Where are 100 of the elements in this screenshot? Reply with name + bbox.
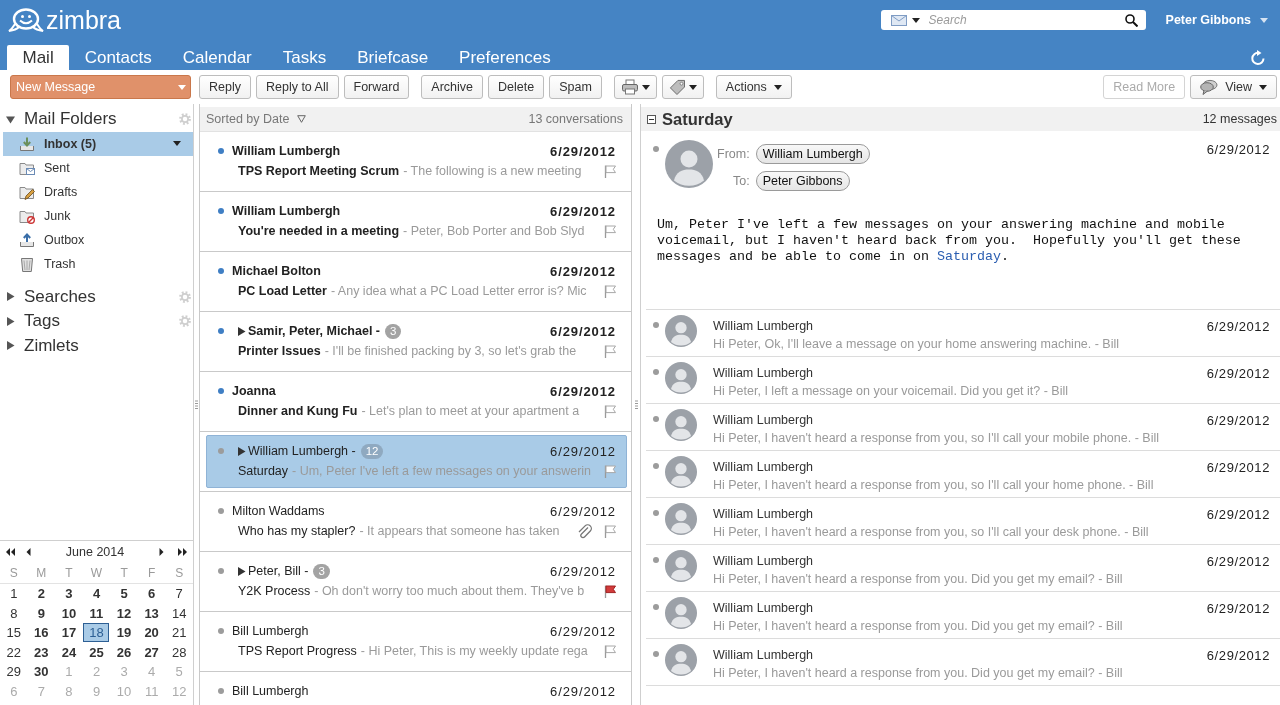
calendar-day[interactable]: 11 — [88, 604, 105, 622]
right-arrow-icon[interactable] — [159, 548, 164, 556]
conversation-row[interactable]: Bill Lumbergh 6/29/2012 TPS Report Progress - Hi Peter, This is my weekly update rega — [206, 615, 627, 668]
triangle-down-icon[interactable] — [6, 114, 15, 124]
tag-menu-button[interactable] — [661, 75, 704, 99]
sort-triangle-icon[interactable] — [297, 115, 307, 123]
calendar-day[interactable]: 10 — [60, 604, 78, 622]
conversation-row[interactable]: William Lumbergh 6/29/2012 You're needed in a meeting - Peter, Bob Porter and Bob Slyd — [206, 195, 627, 248]
calendar-day[interactable]: 23 — [33, 643, 50, 661]
toolbar-button[interactable]: Spam — [549, 75, 602, 99]
section-header[interactable]: Mail Folders — [24, 109, 117, 130]
nav-tab[interactable]: Contacts — [69, 45, 168, 70]
calendar-day[interactable]: 4 — [91, 585, 102, 603]
message-row[interactable]: William Lumbergh Hi Peter, I haven't heard a response from you. Did you get my email? - Bill 6/29/2012 — [646, 639, 1280, 686]
splitter-grip-icon[interactable] — [634, 400, 638, 409]
message-row[interactable]: William Lumbergh Hi Peter, I haven't heard a response from you. Did you get my email? - Bill 6/29/2012 — [646, 545, 1280, 592]
calendar-day[interactable]: 21 — [170, 624, 188, 642]
calendar-day[interactable]: 25 — [88, 643, 105, 661]
message-row[interactable]: William Lumbergh Hi Peter, Ok, I'll leave a message on your home answering machine. - Bill 6/29/2012 — [646, 310, 1280, 357]
calendar-day[interactable]: 6 — [147, 585, 157, 603]
message-row[interactable]: William Lumbergh Hi Peter, I haven't heard a response from you. Did you get my email? - Bill 6/29/2012 — [646, 592, 1280, 639]
search-field[interactable]: Search — [928, 12, 1120, 28]
collapse-icon[interactable] — [647, 114, 656, 124]
calendar-day[interactable]: 9 — [36, 604, 46, 622]
conversation-row[interactable]: Milton Waddams 6/29/2012 Who has my stapler? - It appears that someone has taken — [206, 495, 627, 548]
toolbar-button[interactable]: Reply — [199, 75, 251, 99]
sort-label[interactable]: Sorted by Date — [206, 112, 290, 126]
caret-icon[interactable] — [911, 17, 920, 23]
calendar-day[interactable]: 17 — [60, 624, 78, 642]
print-menu-button[interactable] — [613, 75, 657, 99]
contact-pill[interactable]: William Lumbergh — [755, 144, 870, 164]
body-link[interactable]: Saturday — [936, 249, 1001, 264]
toolbar-button[interactable]: Reply to All — [255, 75, 339, 99]
conversation-row[interactable]: Samir, Peter, Michael - 3 6/29/2012 Printer Issues - I'll be finished packing by 3, so let's grab the — [206, 315, 627, 368]
triangle-right-icon[interactable] — [237, 446, 246, 456]
calendar-day[interactable]: 16 — [33, 624, 50, 642]
nav-tab[interactable]: Briefcase — [341, 45, 444, 70]
double-left-arrow-icon[interactable] — [6, 548, 15, 556]
section-header[interactable]: Searches — [24, 286, 96, 307]
nav-tab[interactable]: Preferences — [443, 45, 567, 70]
message-row[interactable]: William Lumbergh Hi Peter, I haven't heard a response from you, so I'll call your home phone. - Bill 6/29/2012 — [646, 451, 1280, 498]
conversation-row[interactable]: William Lumbergh - 12 6/29/2012 Saturday - Um, Peter I've left a few messages on your answerin — [206, 435, 627, 488]
search-bar[interactable]: Search — [880, 10, 1146, 30]
calendar-day[interactable]: 18 — [83, 623, 110, 643]
toolbar-button[interactable]: Delete — [488, 75, 545, 99]
section-header[interactable]: Tags — [24, 311, 60, 332]
left-arrow-icon[interactable] — [26, 548, 31, 556]
calendar-day[interactable]: 14 — [170, 604, 188, 622]
conversation-row[interactable]: Joanna 6/29/2012 Dinner and Kung Fu - Let's plan to meet at your apartment a — [206, 375, 627, 428]
refresh-icon[interactable] — [1250, 50, 1266, 66]
message-row[interactable]: William Lumbergh Hi Peter, I haven't heard a response from you, so I'll call your mobile phone. - Bill 6/29/2012 — [646, 404, 1280, 451]
folder-item[interactable]: Drafts — [3, 179, 193, 204]
splitter-grip-icon[interactable] — [195, 400, 198, 409]
folder-item[interactable]: Inbox (5) — [3, 131, 193, 156]
calendar-day[interactable]: 5 — [119, 585, 129, 603]
folder-item[interactable]: Junk — [3, 203, 193, 228]
contact-pill[interactable]: Peter Gibbons — [755, 171, 850, 191]
nav-tab[interactable]: Tasks — [267, 45, 342, 70]
calendar-day[interactable]: 20 — [143, 624, 160, 642]
toolbar-button[interactable]: Forward — [343, 75, 410, 99]
triangle-right-icon[interactable] — [6, 292, 15, 302]
triangle-right-icon[interactable] — [237, 326, 246, 336]
calendar-day[interactable]: 27 — [143, 643, 160, 661]
calendar-day[interactable]: 22 — [5, 643, 22, 661]
calendar-day[interactable]: 12 — [115, 604, 133, 622]
message-row[interactable]: William Lumbergh Hi Peter, I left a message on your voicemail. Did you get it? - Bill 6/29/2012 — [646, 357, 1280, 404]
calendar-day[interactable]: 15 — [5, 624, 22, 642]
conversation-row[interactable]: Peter, Bill - 3 6/29/2012 Y2K Process - Oh don't worry too much about them. They've b — [206, 555, 627, 608]
user-menu[interactable]: Peter Gibbons — [1165, 11, 1268, 29]
conversation-row[interactable]: William Lumbergh 6/29/2012 TPS Report Meeting Scrum - The following is a new meeting — [206, 135, 627, 188]
calendar-day[interactable]: 2 — [36, 585, 46, 603]
nav-tab[interactable]: Mail — [7, 45, 70, 70]
triangle-right-icon[interactable] — [6, 341, 15, 351]
triangle-right-icon[interactable] — [237, 566, 246, 576]
triangle-right-icon[interactable] — [6, 316, 15, 326]
calendar-day[interactable]: 28 — [170, 643, 188, 661]
calendar-day[interactable]: 8 — [9, 604, 19, 622]
calendar-day[interactable]: 1 — [9, 585, 19, 603]
flag-icon[interactable] — [604, 584, 616, 598]
calendar-day[interactable]: 26 — [115, 643, 133, 661]
section-header[interactable]: Zimlets — [24, 335, 79, 356]
calendar-day[interactable]: 24 — [60, 643, 78, 661]
nav-tab[interactable]: Calendar — [167, 45, 268, 70]
calendar-day[interactable]: 13 — [143, 604, 160, 622]
conversation-row[interactable]: Michael Bolton 6/29/2012 PC Load Letter - Any idea what a PC Load Letter error is? Mic — [206, 255, 627, 308]
message-row[interactable]: William Lumbergh Hi Peter, I haven't heard a response from you, so I'll call your desk phone. - Bill 6/29/2012 — [646, 498, 1280, 545]
caret-icon[interactable] — [173, 141, 181, 146]
calendar-day[interactable]: 7 — [174, 585, 184, 603]
folder-item[interactable]: Trash — [3, 251, 193, 276]
conversation-row[interactable]: Bill Lumbergh 6/29/2012 — [206, 675, 627, 702]
toolbar-button[interactable]: Archive — [421, 75, 484, 99]
calendar-day[interactable]: 30 — [33, 663, 50, 681]
double-right-arrow-icon[interactable] — [178, 548, 187, 556]
calendar-day[interactable]: 19 — [115, 624, 133, 642]
folder-item[interactable]: Sent — [3, 155, 193, 180]
folder-item[interactable]: Outbox — [3, 227, 193, 252]
menu-button[interactable]: Actions — [715, 75, 792, 99]
calendar-day[interactable]: 3 — [64, 585, 74, 603]
calendar-day[interactable]: 29 — [5, 663, 22, 681]
search-icon[interactable] — [1124, 13, 1138, 27]
